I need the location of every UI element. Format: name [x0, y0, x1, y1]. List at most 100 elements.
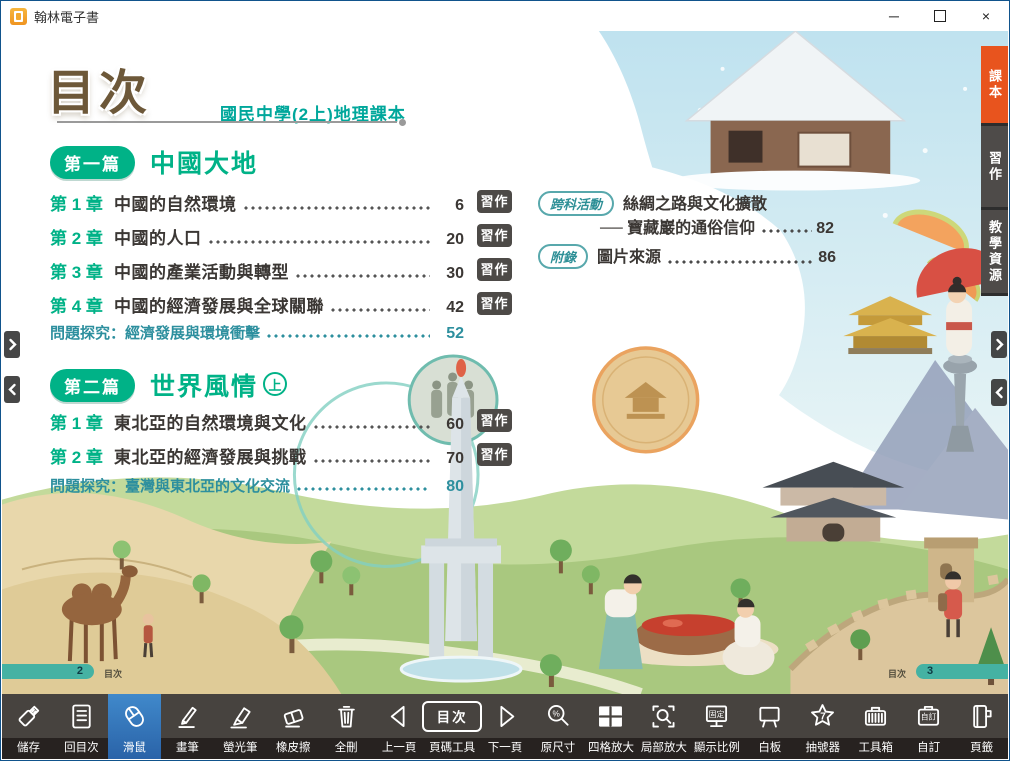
extra-row-cross-activity-line2[interactable]: ── 寶藏巖的通俗信仰 82 [600, 214, 834, 238]
mouse-icon [118, 694, 151, 738]
toc-chapter-row[interactable]: 第 1 章 東北亞的自然環境與文化 60 [50, 409, 464, 434]
toolbox-icon [859, 694, 892, 738]
tab-teaching-resources[interactable]: 教學資源 [981, 210, 1008, 296]
chapter-number: 第 1 章 [50, 190, 114, 215]
tool-pen[interactable]: 畫筆 [161, 694, 214, 759]
tool-display-ratio[interactable]: 固定 顯示比例 [690, 694, 743, 759]
page-marker-label-right: 目次 [888, 667, 906, 680]
workbook-badge[interactable]: 習作 [477, 190, 512, 213]
left-edge-forward-arrow[interactable] [4, 331, 20, 358]
dot-leader [297, 487, 430, 491]
tool-custom[interactable]: 自訂 自訂 [902, 694, 955, 759]
chapter-page: 42 [434, 299, 464, 317]
page-title: 目次 [47, 53, 151, 123]
workbook-badge[interactable]: 習作 [477, 292, 512, 315]
bookmark-book-icon [965, 694, 998, 738]
dot-leader [314, 425, 431, 429]
tool-partial-zoom[interactable]: 局部放大 [637, 694, 690, 759]
tool-label: 顯示比例 [694, 738, 740, 759]
zoom-percent-icon: % [542, 694, 575, 738]
extra-row-cross-activity[interactable]: 跨科活動 絲綢之路與文化擴散 [538, 190, 767, 216]
tool-save[interactable]: 儲存 [2, 694, 55, 759]
dot-leader [267, 334, 430, 338]
chapter-number: 第 4 章 [50, 292, 114, 317]
maximize-button[interactable] [917, 1, 963, 31]
book-spread: 目次 國民中學(2上)地理課本 第一篇 中國大地 第 1 章 中國的自然環境 6… [2, 31, 1008, 694]
workbook-badge[interactable]: 習作 [477, 443, 512, 466]
next-triangle-icon [489, 694, 522, 738]
right-edge-forward-arrow[interactable] [991, 331, 1007, 358]
inquiry-page: 52 [434, 325, 464, 343]
tool-quad-zoom[interactable]: 四格放大 [584, 694, 637, 759]
toc-chapter-row[interactable]: 第 2 章 東北亞的經濟發展與挑戰 70 [50, 443, 464, 468]
tool-delete-all[interactable]: 全刪 [320, 694, 373, 759]
star-number-icon: 7 [806, 694, 839, 738]
monitor-fixed-icon: 固定 [700, 694, 733, 738]
app-window: 翰林電子書 ─ × [0, 0, 1010, 761]
chapter-title: 中國的經濟發展與全球關聯 [114, 292, 324, 317]
dot-leader [296, 274, 430, 278]
toc-chapter-row[interactable]: 第 3 章 中國的產業活動與轉型 30 [50, 258, 464, 283]
inquiry-label: 問題探究：臺灣與東北亞的文化交流 [50, 475, 290, 496]
pen-icon [171, 694, 204, 738]
tool-page-tabs[interactable]: 頁籤 [955, 694, 1008, 759]
whiteboard-icon [753, 694, 786, 738]
custom-case-icon: 自訂 [912, 694, 945, 738]
tool-label: 原尺寸 [541, 738, 576, 759]
inquiry-row[interactable]: 問題探究：臺灣與東北亞的文化交流 80 [50, 475, 464, 496]
tool-page-number[interactable]: 目次 頁碼工具 [426, 694, 479, 759]
dot-leader [668, 260, 814, 264]
tool-highlighter[interactable]: 螢光筆 [214, 694, 267, 759]
chapter-title: 東北亞的自然環境與文化 [114, 409, 307, 434]
svg-text:固定: 固定 [709, 708, 725, 718]
tool-prev-page[interactable]: 上一頁 [373, 694, 426, 759]
side-tab-strip: 課本 習作 教學資源 [981, 46, 1008, 296]
minimize-button[interactable]: ─ [871, 1, 917, 31]
extra-title: 絲綢之路與文化擴散 [623, 190, 767, 214]
tool-next-page[interactable]: 下一頁 [479, 694, 532, 759]
save-usb-icon [12, 694, 45, 738]
inquiry-row[interactable]: 問題探究：經濟發展與環境衝擊 52 [50, 322, 464, 343]
tool-label: 頁籤 [970, 738, 993, 759]
toc-chapter-row[interactable]: 第 1 章 中國的自然環境 6 [50, 190, 464, 215]
tool-back-to-toc[interactable]: 回目次 [55, 694, 108, 759]
tool-eraser[interactable]: 橡皮擦 [267, 694, 320, 759]
extra-row-appendix[interactable]: 附錄 圖片來源 86 [538, 243, 836, 269]
tool-label: 滑鼠 [123, 738, 146, 759]
svg-text:%: % [552, 709, 560, 718]
chapter-page: 70 [434, 450, 464, 468]
prev-triangle-icon [383, 694, 416, 738]
extra-subtitle: ── 寶藏巖的通俗信仰 [600, 214, 755, 238]
toc-chapter-row[interactable]: 第 2 章 中國的人口 20 [50, 224, 464, 249]
workbook-badge[interactable]: 習作 [477, 258, 512, 281]
page-number-button-text: 目次 [422, 701, 482, 732]
chapter-title: 東北亞的經濟發展與挑戰 [114, 443, 307, 468]
quad-grid-icon [594, 694, 627, 738]
inquiry-label: 問題探究：經濟發展與環境衝擊 [50, 322, 260, 343]
tool-label: 四格放大 [588, 738, 634, 759]
close-button[interactable]: × [963, 1, 1009, 31]
right-edge-back-arrow[interactable] [991, 379, 1007, 406]
tool-mouse[interactable]: 滑鼠 [108, 694, 161, 759]
tool-number-picker[interactable]: 7 抽號器 [796, 694, 849, 759]
tool-toolbox[interactable]: 工具箱 [849, 694, 902, 759]
dot-leader [244, 206, 431, 210]
tab-workbook[interactable]: 習作 [981, 126, 1008, 210]
chapter-title: 中國的自然環境 [114, 190, 237, 215]
toc-chapter-row[interactable]: 第 4 章 中國的經濟發展與全球關聯 42 [50, 292, 464, 317]
chevron-left-icon [995, 386, 1004, 399]
tool-label: 下一頁 [488, 738, 523, 759]
workbook-badge[interactable]: 習作 [477, 224, 512, 247]
tool-whiteboard[interactable]: 白板 [743, 694, 796, 759]
tool-label: 頁碼工具 [429, 738, 475, 759]
dot-leader [209, 240, 431, 244]
chevron-right-icon [995, 338, 1004, 351]
chapter-title: 中國的人口 [114, 224, 202, 249]
tool-original-size[interactable]: % 原尺寸 [532, 694, 585, 759]
workbook-badge[interactable]: 習作 [477, 409, 512, 432]
left-edge-back-arrow[interactable] [4, 376, 20, 403]
title-rule [57, 121, 397, 123]
window-title: 翰林電子書 [34, 7, 99, 26]
app-logo-icon [10, 8, 27, 25]
tab-textbook[interactable]: 課本 [981, 46, 1008, 126]
